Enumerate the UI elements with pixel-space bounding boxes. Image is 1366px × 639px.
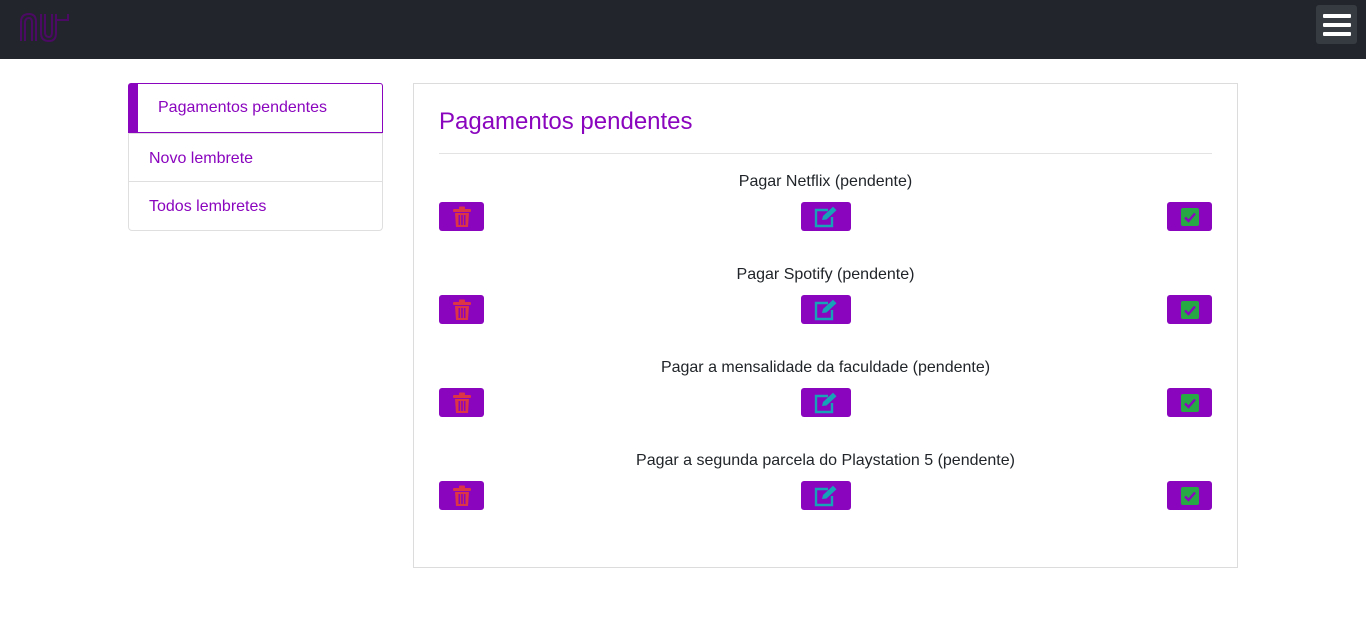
- sidebar-item-todos-lembretes[interactable]: Todos lembretes: [129, 181, 382, 230]
- edit-icon: [814, 485, 837, 506]
- reminder-text: Pagar a segunda parcela do Playstation 5…: [636, 452, 1015, 469]
- page-title: Pagamentos pendentes: [439, 108, 693, 135]
- edit-button[interactable]: [801, 481, 851, 510]
- check-square-icon: [1180, 486, 1199, 505]
- trash-icon: [452, 206, 471, 227]
- sidebar-item-novo-lembrete[interactable]: Novo lembrete: [129, 133, 382, 182]
- mark-done-button[interactable]: [1167, 481, 1212, 510]
- delete-button[interactable]: [439, 481, 484, 510]
- navbar: [0, 0, 1366, 59]
- trash-icon: [452, 299, 471, 320]
- check-square-icon: [1180, 300, 1199, 319]
- check-square-icon: [1180, 207, 1199, 226]
- check-square-icon: [1180, 393, 1199, 412]
- edit-icon: [814, 299, 837, 320]
- hamburger-icon: [1322, 13, 1351, 18]
- mark-done-button[interactable]: [1167, 295, 1212, 324]
- menu-toggle-button[interactable]: [1316, 5, 1357, 44]
- title-divider: [439, 153, 1212, 154]
- edit-button[interactable]: [801, 295, 851, 324]
- trash-icon: [452, 485, 471, 506]
- mark-done-button[interactable]: [1167, 388, 1212, 417]
- reminder-text: Pagar Netflix (pendente): [738, 173, 913, 190]
- sidebar-item-pagamentos-pendentes[interactable]: Pagamentos pendentes: [128, 83, 383, 133]
- sidebar-nav: Pagamentos pendentes Novo lembrete Todos…: [128, 83, 383, 231]
- edit-icon: [814, 206, 837, 227]
- edit-button[interactable]: [801, 202, 851, 231]
- reminder-text: Pagar Spotify (pendente): [736, 266, 915, 283]
- delete-button[interactable]: [439, 388, 484, 417]
- mark-done-button[interactable]: [1167, 202, 1212, 231]
- edit-icon: [814, 392, 837, 413]
- nubank-logo[interactable]: [18, 10, 72, 46]
- reminders-card: Pagamentos pendentes Pagar Netflix (pend…: [413, 83, 1238, 568]
- delete-button[interactable]: [439, 295, 484, 324]
- delete-button[interactable]: [439, 202, 484, 231]
- reminder-text: Pagar a mensalidade da faculdade (penden…: [660, 359, 991, 376]
- edit-button[interactable]: [801, 388, 851, 417]
- trash-icon: [452, 392, 471, 413]
